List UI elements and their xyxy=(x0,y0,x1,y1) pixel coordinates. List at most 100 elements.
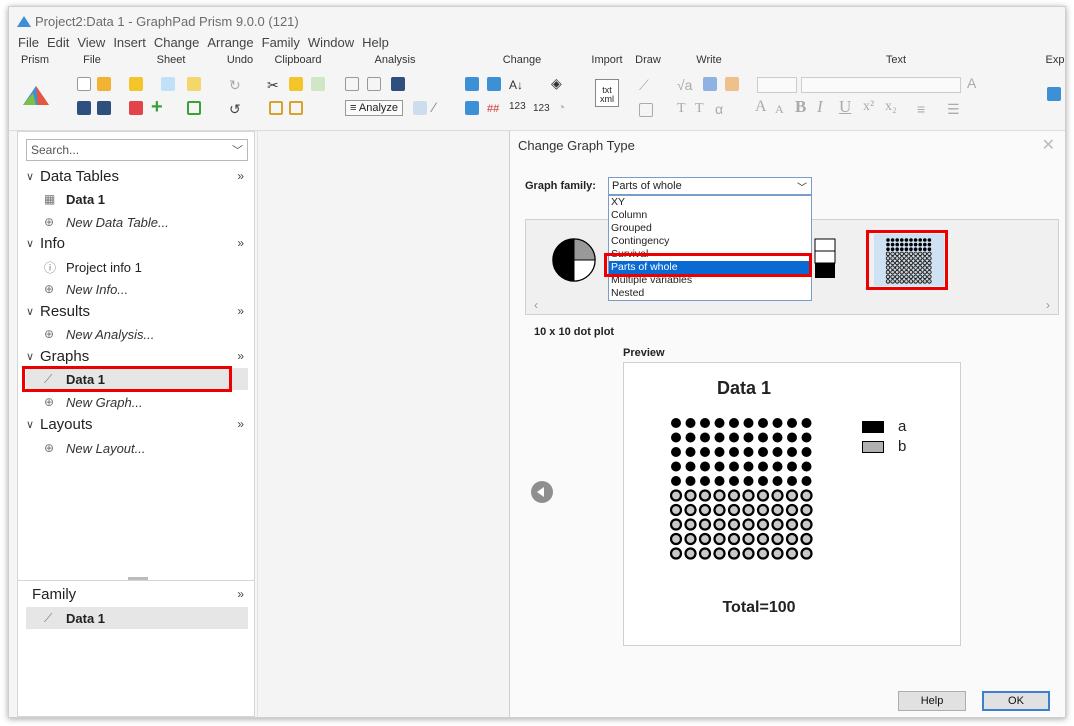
new-layout-link[interactable]: ⊕ New Layout... xyxy=(26,437,248,459)
option-column[interactable]: Column xyxy=(609,209,811,222)
wand-icon[interactable]: ⁄ xyxy=(433,99,435,115)
chevron-down-icon[interactable]: ﹀ xyxy=(797,179,807,194)
help-button[interactable]: Help xyxy=(898,691,966,711)
previous-arrow-icon[interactable] xyxy=(531,481,553,503)
option-grouped[interactable]: Grouped xyxy=(609,222,811,235)
word-icon[interactable] xyxy=(703,77,717,91)
family-item-data-1[interactable]: ⟋ Data 1 xyxy=(26,607,248,629)
menu-family[interactable]: Family xyxy=(262,35,300,53)
font-size-select[interactable] xyxy=(757,77,797,93)
greek-icon[interactable]: α xyxy=(715,101,723,117)
sort-icon[interactable]: A↓ xyxy=(509,77,523,93)
menu-edit[interactable]: Edit xyxy=(47,35,69,53)
font-color-icon[interactable]: A xyxy=(967,75,976,91)
powerpoint-icon[interactable] xyxy=(725,77,739,91)
number-format-icon[interactable]: ## xyxy=(487,101,499,117)
redo-icon[interactable]: ↻ xyxy=(229,77,241,93)
pie-chart-thumbnail[interactable] xyxy=(550,236,598,284)
add-icon[interactable]: + xyxy=(151,97,163,117)
font-family-select[interactable] xyxy=(801,77,961,93)
search-input[interactable]: Search... ﹀ xyxy=(26,139,248,161)
more-icon[interactable]: » xyxy=(237,349,244,363)
more-icon[interactable]: » xyxy=(237,169,244,183)
cut-icon[interactable]: ✂ xyxy=(267,77,279,93)
subscript-icon[interactable]: x₂ xyxy=(885,99,897,115)
save-as-icon[interactable] xyxy=(97,101,111,115)
menu-help[interactable]: Help xyxy=(362,35,389,53)
superscript-icon[interactable]: x² xyxy=(863,99,874,115)
chevron-right-icon[interactable]: › xyxy=(1046,298,1050,312)
draw-line-icon[interactable]: ⟋ xyxy=(639,77,649,93)
section-graphs[interactable]: ∨ Graphs » xyxy=(26,345,248,367)
menu-file[interactable]: File xyxy=(18,35,39,53)
change-data-icon[interactable] xyxy=(487,77,501,91)
add-sheet-icon[interactable] xyxy=(187,101,201,115)
prism-home-icon[interactable] xyxy=(21,83,51,107)
menu-view[interactable]: View xyxy=(77,35,105,53)
more-icon[interactable]: » xyxy=(237,236,244,250)
highlight-icon[interactable] xyxy=(129,77,143,91)
new-info-link[interactable]: ⊕ New Info... xyxy=(26,278,248,300)
color-scheme-icon[interactable]: ◔ xyxy=(557,99,565,115)
italic-icon[interactable]: I xyxy=(817,98,823,115)
text-icon[interactable]: T xyxy=(677,101,686,117)
copy-icon[interactable] xyxy=(289,77,303,91)
option-nested[interactable]: Nested xyxy=(609,287,811,300)
new-file-icon[interactable] xyxy=(77,77,91,91)
copy-format-icon[interactable] xyxy=(311,77,325,91)
underline-icon[interactable]: U xyxy=(839,98,851,115)
delete-sheet-icon[interactable] xyxy=(129,101,143,115)
close-icon[interactable]: ✕ xyxy=(1042,135,1055,155)
save-icon[interactable] xyxy=(77,101,91,115)
menu-arrange[interactable]: Arrange xyxy=(207,35,253,53)
new-graph-link[interactable]: ⊕ New Graph... xyxy=(26,391,248,413)
list-icon[interactable]: ☰ xyxy=(947,101,960,117)
decimal-icon[interactable]: 123 xyxy=(509,99,526,115)
fill-color-icon[interactable]: ◈ xyxy=(551,75,562,91)
chevron-down-icon[interactable]: ∨ xyxy=(26,237,40,250)
align-icon[interactable]: ≡ xyxy=(917,101,925,117)
more-icon[interactable]: » xyxy=(237,304,244,318)
more-icon[interactable]: » xyxy=(237,587,244,601)
paste-special-icon[interactable] xyxy=(289,101,303,115)
export-icon[interactable] xyxy=(1047,87,1061,101)
results-icon[interactable] xyxy=(391,77,405,91)
sidebar-item-project-info[interactable]: ⓘ Project info 1 xyxy=(26,256,248,278)
stacked-bar-thumbnail[interactable] xyxy=(814,238,836,280)
strike-number-icon[interactable]: 123 xyxy=(533,101,550,117)
new-data-table-link[interactable]: ⊕ New Data Table... xyxy=(26,211,248,233)
change-graph-icon[interactable] xyxy=(465,77,479,91)
more-icon[interactable]: » xyxy=(237,417,244,431)
new-analysis-link[interactable]: ⊕ New Analysis... xyxy=(26,323,248,345)
table-icon[interactable] xyxy=(413,101,427,115)
equation-icon[interactable]: √a xyxy=(677,77,692,93)
import-file-icon[interactable]: txt xml xyxy=(595,79,619,107)
shrink-font-icon[interactable]: A xyxy=(775,101,784,117)
chevron-down-icon[interactable]: ﹀ xyxy=(232,142,243,158)
bold-icon[interactable]: B xyxy=(795,98,806,115)
snowflake-icon[interactable] xyxy=(161,77,175,91)
sidebar-item-data-table-1[interactable]: ▦ Data 1 xyxy=(26,188,248,210)
chevron-down-icon[interactable]: ∨ xyxy=(26,350,40,363)
grow-font-icon[interactable]: A xyxy=(755,99,767,115)
analysis-params-icon[interactable] xyxy=(367,77,381,91)
menu-insert[interactable]: Insert xyxy=(113,35,146,53)
chevron-left-icon[interactable]: ‹ xyxy=(534,298,538,312)
chevron-down-icon[interactable]: ∨ xyxy=(26,170,40,183)
paste-icon[interactable] xyxy=(269,101,283,115)
chevron-down-icon[interactable]: ∨ xyxy=(26,305,40,318)
section-results[interactable]: ∨ Results » xyxy=(26,300,248,322)
section-layouts[interactable]: ∨ Layouts » xyxy=(26,413,248,435)
section-data-tables[interactable]: ∨ Data Tables » xyxy=(26,165,248,187)
option-contingency[interactable]: Contingency xyxy=(609,235,811,248)
menu-window[interactable]: Window xyxy=(308,35,354,53)
section-info[interactable]: ∨ Info » xyxy=(26,232,248,254)
undo-icon[interactable]: ↺ xyxy=(229,101,241,117)
graph-family-select[interactable]: Parts of whole ﹀ xyxy=(608,177,812,195)
open-file-icon[interactable] xyxy=(97,77,111,91)
option-xy[interactable]: XY xyxy=(609,196,811,209)
graph-format-icon[interactable] xyxy=(465,101,479,115)
new-analysis-icon[interactable] xyxy=(345,77,359,91)
ok-button[interactable]: OK xyxy=(982,691,1050,711)
magic-icon[interactable] xyxy=(187,77,201,91)
